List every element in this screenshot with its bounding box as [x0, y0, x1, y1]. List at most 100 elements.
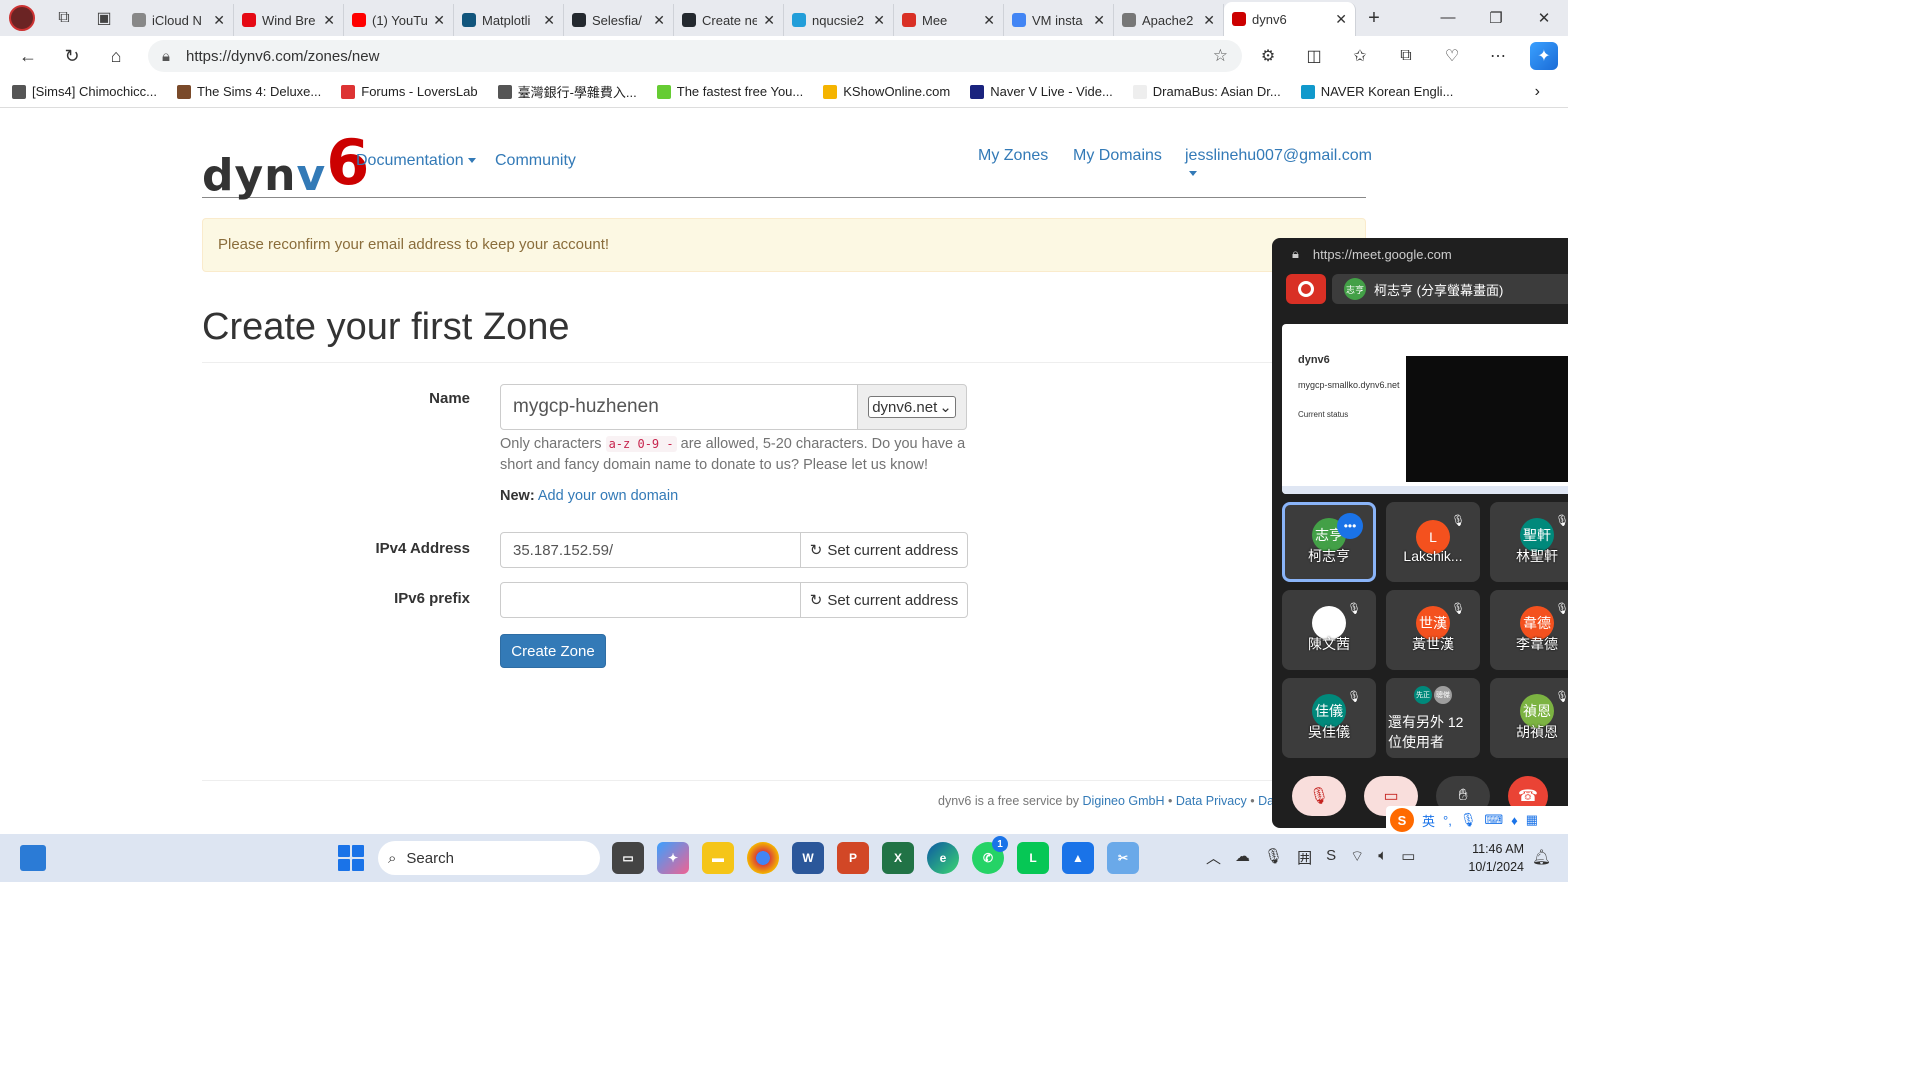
keyboard-icon[interactable]: ⌨ [1484, 812, 1503, 828]
line-icon[interactable]: L [1017, 842, 1049, 874]
zone-name-input[interactable]: mygcp-huzhenen [500, 384, 858, 430]
more-options-icon[interactable]: ••• [1337, 513, 1363, 539]
favorites-icon[interactable]: ✩ [1346, 42, 1374, 70]
close-tab-icon[interactable]: ✕ [1335, 11, 1347, 28]
grid-icon[interactable]: ▦ [1526, 812, 1538, 828]
participant-tile[interactable]: 韋德 李韋德 🎙︎ [1490, 590, 1568, 670]
browser-tab[interactable]: nqucsie2 ✕ [784, 4, 894, 36]
browser-essentials-icon[interactable]: ♡ [1438, 42, 1466, 70]
browser-tab[interactable]: dynv6 ✕ [1224, 2, 1356, 36]
ime-toolbar[interactable]: S 英 °, 🎙︎ ⌨ ♦ ▦ [1386, 806, 1568, 834]
close-tab-icon[interactable]: ✕ [323, 12, 335, 29]
nav-my-zones[interactable]: My Zones [978, 147, 1048, 165]
punctuation-icon[interactable]: °, [1443, 813, 1452, 828]
excel-icon[interactable]: X [882, 842, 914, 874]
whatsapp-icon[interactable]: ✆ 1 [972, 836, 1008, 874]
browser-tab[interactable]: (1) YouTu ✕ [344, 4, 454, 36]
nav-account-menu[interactable]: jesslinehu007@gmail.com [1185, 147, 1372, 183]
close-tab-icon[interactable]: ✕ [983, 12, 995, 29]
split-screen-icon[interactable]: ◫ [1300, 42, 1328, 70]
create-zone-button[interactable]: Create Zone [500, 634, 606, 668]
participant-tile[interactable]: 世漢 黃世漢 🎙︎ [1386, 590, 1480, 670]
system-clock[interactable]: 11:46 AM 10/1/2024 [1464, 840, 1524, 876]
skin-icon[interactable]: ♦ [1511, 813, 1518, 828]
nav-community[interactable]: Community [495, 152, 576, 170]
chevron-up-icon[interactable]: ︿ [1206, 847, 1221, 868]
participant-tile[interactable]: 聖軒 林聖軒 🎙︎ [1490, 502, 1568, 582]
volume-muted-icon[interactable]: 🔈︎ [1378, 847, 1387, 868]
close-tab-icon[interactable]: ✕ [653, 12, 665, 29]
language-icon[interactable]: 囲 [1297, 847, 1312, 868]
sogou-tray-icon[interactable]: S [1326, 847, 1336, 868]
browser-tab[interactable]: iCloud N ✕ [124, 4, 234, 36]
bookmark-item[interactable]: DramaBus: Asian Dr... [1132, 82, 1281, 101]
close-tab-icon[interactable]: ✕ [543, 12, 555, 29]
new-tab-button[interactable]: + [1356, 7, 1392, 30]
bookmark-item[interactable]: The fastest free You... [656, 82, 803, 101]
bookmark-item[interactable]: 臺灣銀行-學雜費入... [497, 82, 637, 101]
close-tab-icon[interactable]: ✕ [763, 12, 775, 29]
powerpoint-icon[interactable]: P [837, 842, 869, 874]
recording-indicator[interactable] [1286, 274, 1326, 304]
ime-language[interactable]: 英 [1422, 811, 1435, 830]
photos-icon[interactable]: ▲ [1062, 842, 1094, 874]
close-window-icon[interactable]: ✕ [1520, 9, 1568, 27]
battery-icon[interactable]: ▭ [1401, 847, 1415, 868]
browser-tab[interactable]: Matplotli ✕ [454, 4, 564, 36]
taskbar-search[interactable]: ⌕ Search [378, 841, 600, 875]
microphone-icon[interactable]: 🎙︎ [1264, 847, 1283, 868]
folder-icon[interactable]: ▬ [702, 842, 734, 874]
copilot-icon[interactable]: ✦ [1530, 42, 1558, 70]
bookmark-item[interactable]: Forums - LoversLab [341, 82, 478, 101]
domain-select[interactable]: dynv6.net ⌄ [868, 396, 956, 418]
tab-actions-icon[interactable]: ▣ [84, 0, 124, 36]
ipv6-input[interactable] [500, 582, 802, 618]
bookmark-item[interactable]: Naver V Live - Vide... [970, 82, 1113, 101]
wifi-icon[interactable]: ⌔ [1350, 847, 1364, 868]
bookmark-item[interactable]: The Sims 4: Deluxe... [176, 82, 321, 101]
workspaces-icon[interactable]: ⧉ [44, 0, 84, 36]
close-tab-icon[interactable]: ✕ [1203, 12, 1215, 29]
more-menu-icon[interactable]: ⋯ [1484, 42, 1512, 70]
browser-tab[interactable]: Selesfia/ ✕ [564, 4, 674, 36]
browser-tab[interactable]: Mee ✕ [894, 4, 1004, 36]
widgets-icon[interactable] [20, 845, 46, 871]
participant-tile[interactable]: 佳儀 吳佳儀 🎙︎ [1282, 678, 1376, 758]
extensions-icon[interactable]: ⚙ [1254, 42, 1282, 70]
mic-off-icon[interactable]: 🎙︎ [1292, 776, 1346, 816]
profile-button[interactable] [0, 0, 44, 36]
data-privacy-link[interactable]: Data Privacy [1176, 794, 1247, 808]
close-tab-icon[interactable]: ✕ [433, 12, 445, 29]
browser-tab[interactable]: Wind Bre ✕ [234, 4, 344, 36]
minimize-icon[interactable]: — [1424, 9, 1472, 27]
participant-tile[interactable]: 禎恩 胡禎恩 🎙︎ [1490, 678, 1568, 758]
microphone-icon[interactable]: 🎙︎ [1460, 812, 1477, 828]
ipv4-input[interactable]: 35.187.152.59/ [500, 532, 802, 568]
add-own-domain-link[interactable]: Add your own domain [538, 488, 678, 504]
browser-tab[interactable]: Apache2 ✕ [1114, 4, 1224, 36]
browser-tab[interactable]: VM insta ✕ [1004, 4, 1114, 36]
participant-tile[interactable]: L Lakshik... 🎙︎ [1386, 502, 1480, 582]
notification-bell-icon[interactable]: 🔔︎ [1532, 848, 1551, 866]
copilot-app-icon[interactable]: ✦ [657, 842, 689, 874]
bookmark-item[interactable]: [Sims4] Chimochicc... [12, 82, 157, 101]
word-icon[interactable]: W [792, 842, 824, 874]
screen-share-preview[interactable]: dynv6 mygcp-smallko.dynv6.net Current st… [1282, 324, 1568, 494]
file-explorer-icon[interactable]: ▭ [612, 842, 644, 874]
cloud-icon[interactable]: ☁ [1235, 847, 1250, 868]
nav-my-domains[interactable]: My Domains [1073, 147, 1162, 165]
nav-documentation[interactable]: Documentation [356, 152, 476, 170]
ipv4-set-current-button[interactable]: ↻ Set current address [800, 532, 968, 568]
home-icon[interactable]: ⌂ [94, 46, 138, 67]
participant-tile[interactable]: 陳文茜 🎙︎ [1282, 590, 1376, 670]
edge-icon[interactable]: e [927, 842, 959, 874]
restore-icon[interactable]: ❐ [1472, 9, 1520, 27]
back-icon[interactable]: ← [6, 46, 50, 67]
close-tab-icon[interactable]: ✕ [213, 12, 225, 29]
bookmark-item[interactable]: NAVER Korean Engli... [1300, 82, 1453, 101]
meet-pip-window[interactable]: 🔒︎ https://meet.google.com 志亨 柯志亨 (分享螢幕畫… [1272, 238, 1568, 828]
others-tile[interactable]: 先正 聰傑 還有另外 12 位使用者 [1386, 678, 1480, 758]
close-tab-icon[interactable]: ✕ [1093, 12, 1105, 29]
site-logo[interactable]: dynv6 [202, 126, 370, 205]
favorite-star-icon[interactable]: ☆ [1213, 46, 1228, 66]
